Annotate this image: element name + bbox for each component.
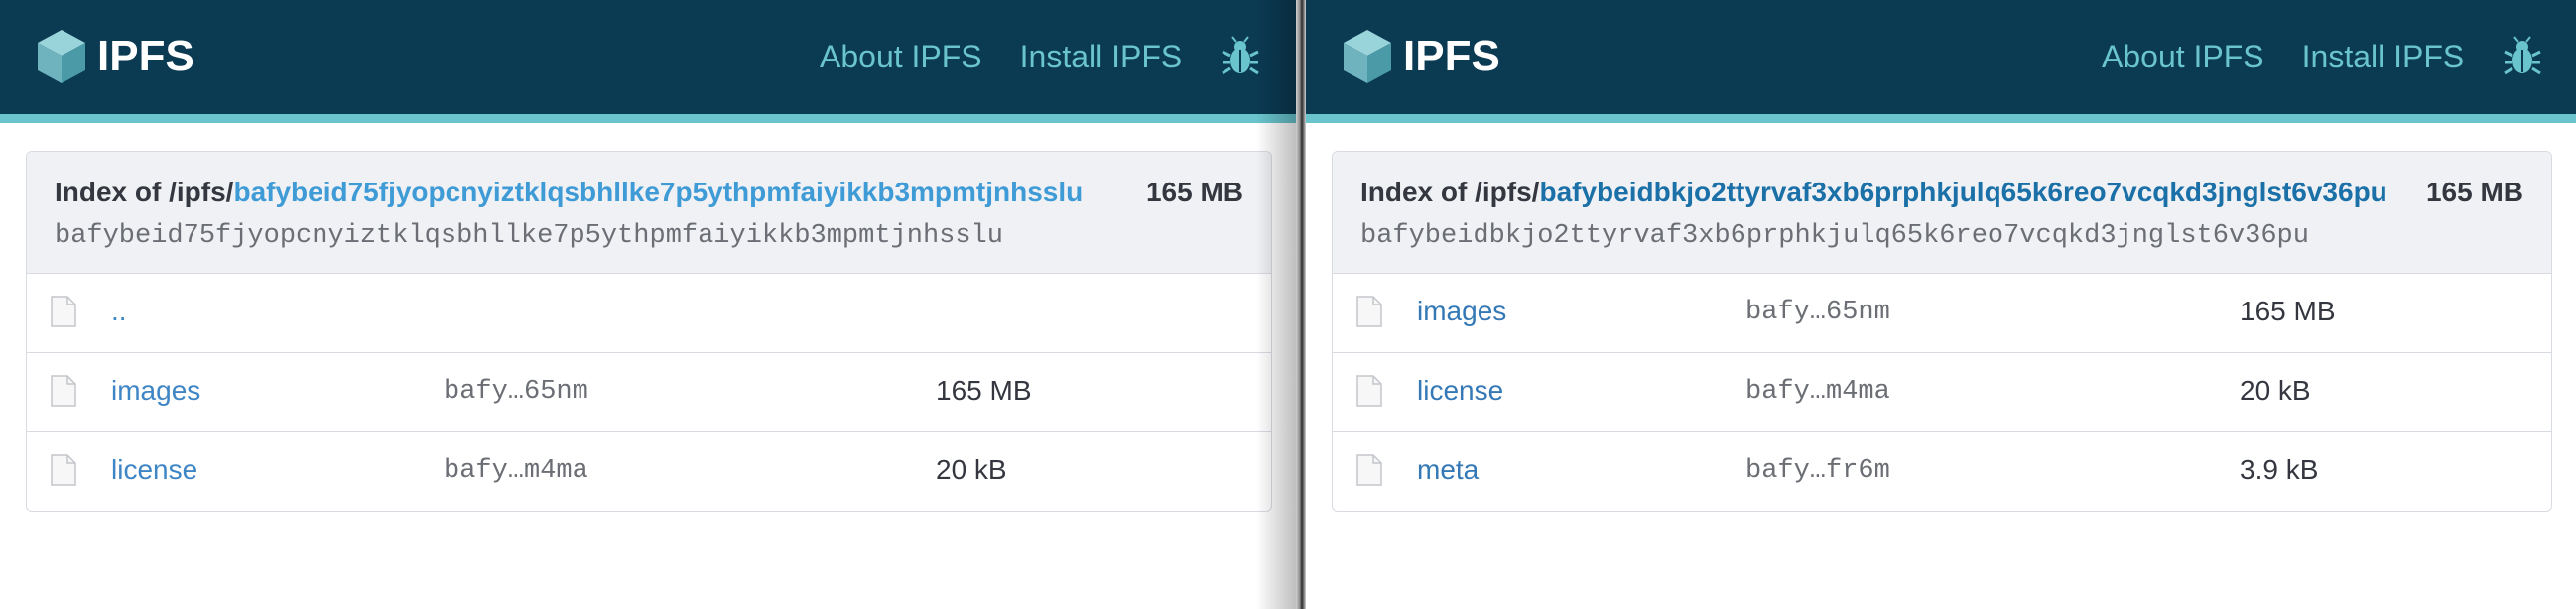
file-cid[interactable]: bafy…65nm — [444, 377, 588, 407]
ipfs-cube-icon — [38, 30, 85, 83]
index-title: Index of /ipfs/bafybeid75fjyopcnyiztklqs… — [55, 177, 1083, 208]
file-name-link[interactable]: license — [111, 454, 197, 486]
index-title: Index of /ipfs/bafybeidbkjo2ttyrvaf3xb6p… — [1360, 177, 2387, 208]
total-size: 165 MB — [1145, 177, 1243, 207]
total-size: 165 MB — [2425, 177, 2523, 207]
ipfs-cube-icon — [1344, 30, 1391, 83]
ipfs-logo-link[interactable]: IPFS — [36, 28, 194, 85]
parent-dir-link[interactable]: .. — [111, 296, 127, 327]
file-icon — [1356, 454, 1382, 486]
install-ipfs-link[interactable]: Install IPFS — [1020, 39, 1183, 75]
about-ipfs-link[interactable]: About IPFS — [820, 39, 982, 75]
file-size: 20 kB — [2240, 375, 2311, 406]
file-cid[interactable]: bafy…m4ma — [1745, 377, 1890, 407]
list-item-meta[interactable]: meta bafy…fr6m 3.9 kB — [1333, 431, 2551, 511]
root-cid-link[interactable]: bafybeid75fjyopcnyiztklqsbhllke7p5ythpmf… — [233, 177, 1083, 207]
file-size: 3.9 kB — [2240, 454, 2319, 485]
file-icon — [51, 454, 76, 486]
file-cid[interactable]: bafy…m4ma — [444, 456, 588, 486]
index-prefix: Index of /ipfs/ — [1360, 177, 1540, 207]
directory-listing: Index of /ipfs/bafybeid75fjyopcnyiztklqs… — [26, 151, 1272, 512]
logo-text: IPFS — [97, 32, 194, 80]
bug-icon[interactable] — [2502, 36, 2543, 77]
file-icon — [51, 296, 76, 327]
file-cid[interactable]: bafy…fr6m — [1745, 456, 1890, 486]
root-cid-text: bafybeid75fjyopcnyiztklqsbhllke7p5ythpmf… — [55, 221, 1003, 251]
logo-text: IPFS — [1403, 32, 1500, 80]
header-nav: About IPFS Install IPFS — [820, 36, 1261, 77]
bug-icon[interactable] — [1220, 36, 1261, 77]
list-item-license[interactable]: license bafy…m4ma 20 kB — [1333, 352, 2551, 431]
file-name-link[interactable]: license — [1417, 375, 1503, 407]
listing-header: Index of /ipfs/bafybeid75fjyopcnyiztklqs… — [27, 152, 1271, 274]
file-name-link[interactable]: images — [1417, 296, 1506, 327]
list-item-images[interactable]: images bafy…65nm 165 MB — [1333, 274, 2551, 352]
window-divider[interactable] — [1296, 0, 1306, 609]
directory-listing: Index of /ipfs/bafybeidbkjo2ttyrvaf3xb6p… — [1332, 151, 2552, 512]
file-icon — [1356, 296, 1382, 327]
file-size: 20 kB — [936, 454, 1007, 485]
file-icon — [51, 375, 76, 407]
file-size: 165 MB — [2240, 296, 2336, 326]
left-window: IPFS About IPFS Install IPFS Index of /i… — [0, 0, 1296, 609]
file-name-link[interactable]: meta — [1417, 454, 1479, 486]
about-ipfs-link[interactable]: About IPFS — [2102, 39, 2264, 75]
right-window: IPFS About IPFS Install IPFS Index of /i… — [1306, 0, 2576, 609]
site-header: IPFS About IPFS Install IPFS — [1306, 0, 2576, 123]
list-item-parent[interactable]: .. — [27, 274, 1271, 352]
list-item-license[interactable]: license bafy…m4ma 20 kB — [27, 431, 1271, 511]
file-name-link[interactable]: images — [111, 375, 200, 407]
file-cid[interactable]: bafy…65nm — [1745, 298, 1890, 327]
ipfs-logo-link[interactable]: IPFS — [1342, 28, 1500, 85]
site-header: IPFS About IPFS Install IPFS — [0, 0, 1296, 123]
install-ipfs-link[interactable]: Install IPFS — [2302, 39, 2465, 75]
root-cid-link[interactable]: bafybeidbkjo2ttyrvaf3xb6prphkjulq65k6reo… — [1539, 177, 2386, 207]
index-prefix: Index of /ipfs/ — [55, 177, 234, 207]
file-icon — [1356, 375, 1382, 407]
list-item-images[interactable]: images bafy…65nm 165 MB — [27, 352, 1271, 431]
listing-header: Index of /ipfs/bafybeidbkjo2ttyrvaf3xb6p… — [1333, 152, 2551, 274]
header-nav: About IPFS Install IPFS — [2102, 36, 2543, 77]
file-size: 165 MB — [936, 375, 1032, 406]
root-cid-text: bafybeidbkjo2ttyrvaf3xb6prphkjulq65k6reo… — [1360, 221, 2309, 251]
